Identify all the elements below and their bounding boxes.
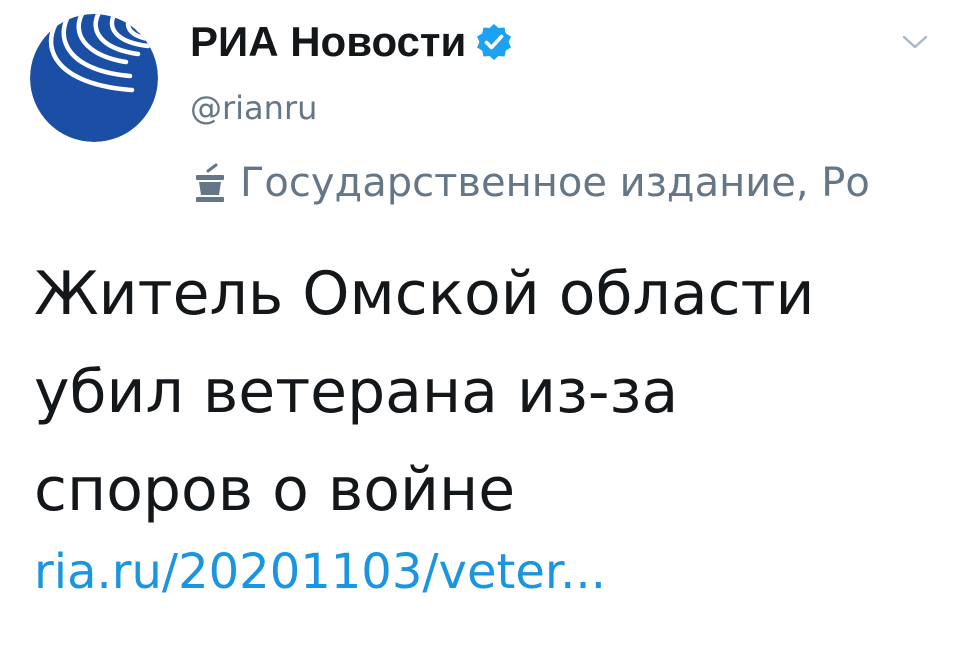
state-media-label[interactable]: Государственное издание, Ро [190,155,870,211]
tweet-text-line: споров о войне [34,455,516,525]
ria-novosti-logo-icon[interactable] [30,14,158,142]
tweet-text-line: Житель Омской области [34,259,815,329]
chevron-down-icon[interactable] [898,30,932,54]
tweet-text-line: убил ветерана из-за [34,357,679,427]
government-podium-icon [190,161,230,205]
tweet-text: Житель Омской области убил ветерана из-з… [34,245,934,539]
display-name-text: РИА Новости [190,18,467,65]
account-handle[interactable]: @rianru [190,88,317,128]
article-link[interactable]: ria.ru/20201103/veter... [34,542,606,602]
tweet-card: РИА Новости @rianru Государственное изда… [0,0,960,658]
state-media-label-text: Государственное издание, Ро [240,160,870,206]
display-name[interactable]: РИА Новости [190,18,514,66]
verified-badge-icon [474,22,514,62]
